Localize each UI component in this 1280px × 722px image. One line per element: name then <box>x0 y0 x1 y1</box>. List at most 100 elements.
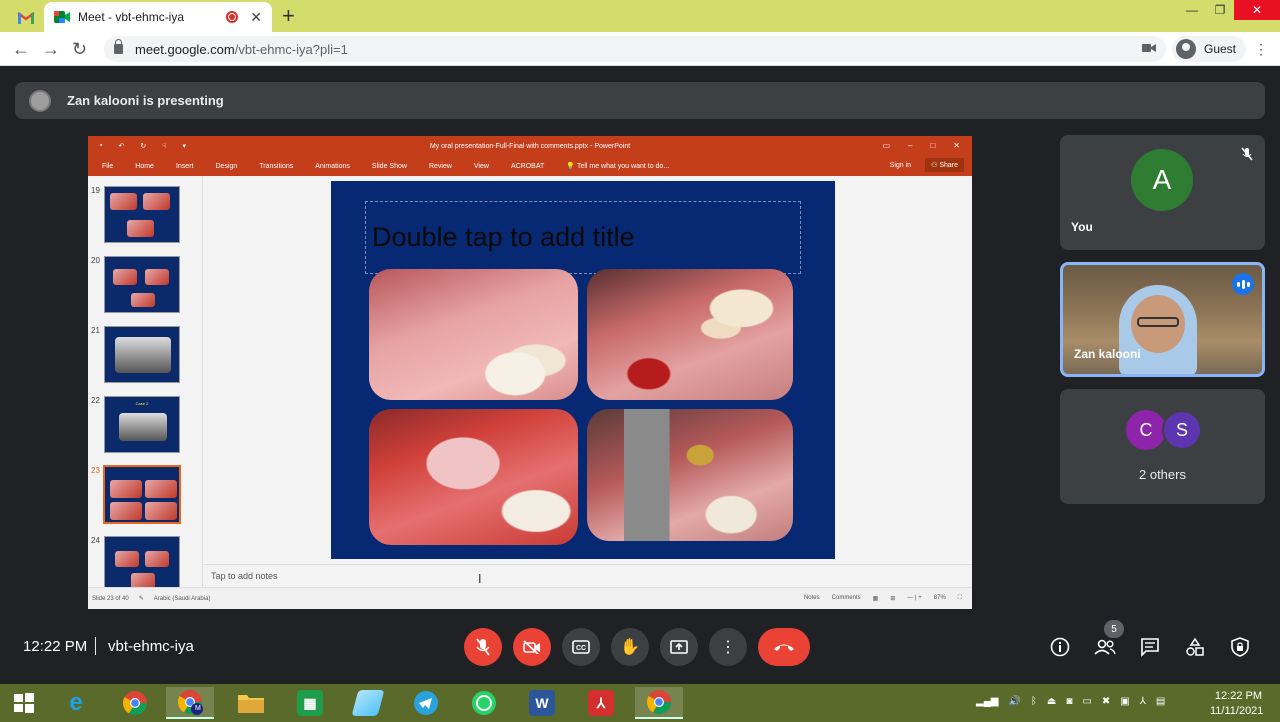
minimize-icon[interactable]: — <box>1178 0 1206 20</box>
store-icon: ▦ <box>297 690 323 716</box>
start-button[interactable] <box>0 687 48 719</box>
action-center-icon[interactable]: ▤ <box>1156 696 1165 707</box>
taskbar-telegram[interactable] <box>402 687 450 719</box>
chrome-icon <box>122 691 147 716</box>
more-options-icon: ⋮ <box>720 639 736 656</box>
lightbulb-icon: 💡 <box>566 163 575 170</box>
people-icon <box>1094 639 1116 655</box>
ribbon-tab: File <box>102 162 114 170</box>
more-options-button[interactable]: ⋮ <box>709 628 747 666</box>
mic-off-icon <box>1241 147 1253 164</box>
tell-me-box: Tell me what you want to do... <box>576 162 670 170</box>
leave-call-button[interactable] <box>758 628 810 666</box>
taskbar-app[interactable] <box>344 687 392 719</box>
close-tab-icon[interactable]: ✕ <box>250 9 262 26</box>
taskbar-word[interactable]: W <box>518 687 566 719</box>
system-clock[interactable]: 12:22 PM 11/11/2021 <box>1210 689 1263 719</box>
slide-thumbnail-selected <box>103 465 181 524</box>
back-icon[interactable]: ← <box>12 39 30 60</box>
ppt-window-controls: ▭ – □ ✕ <box>882 141 960 150</box>
browser-tab-bar: Meet - vbt-ehmc-iya ✕ + — ❐ ✕ <box>0 0 1280 32</box>
network-icon[interactable]: ▂▄▆ <box>976 696 998 707</box>
title-placeholder-text: Double tap to add title <box>372 222 635 252</box>
taskbar-chrome-1[interactable] <box>111 687 159 719</box>
acrobat-tray-icon[interactable]: ⅄ <box>1140 696 1146 707</box>
volume-icon[interactable]: 🔊 <box>1008 696 1020 707</box>
security-icon[interactable]: ✖ <box>1102 696 1110 707</box>
url-field[interactable]: meet.google.com/vbt-ehmc-iya?pli=1 <box>104 36 1166 62</box>
you-label: You <box>1071 220 1093 234</box>
activities-button[interactable] <box>1182 634 1208 660</box>
ribbon-tab: Animations <box>315 162 350 170</box>
shared-screen: ▪ ↶ ↻ ☟ ▾ My oral presentation-Full-Fina… <box>88 136 972 609</box>
share-icon: ⚇ <box>931 162 938 169</box>
vpn-icon[interactable]: ◙ <box>1066 696 1072 707</box>
captions-icon: CC <box>572 640 590 654</box>
taskbar-chrome-2[interactable] <box>635 687 683 719</box>
tile-others[interactable]: C S 2 others <box>1060 389 1265 504</box>
window-close-icon[interactable]: ✕ <box>1234 0 1280 20</box>
slide-thumbnails: 19 20 21 22 Case 2 23 24 <box>88 176 203 593</box>
tile-zan-kalooni[interactable]: Zan kalooni <box>1060 262 1265 377</box>
thumbnail-number: 22 <box>91 396 100 405</box>
info-icon <box>1050 637 1070 657</box>
thumbnail-row: 20 <box>88 256 203 316</box>
taskbar-ie[interactable]: e <box>52 687 100 719</box>
recording-icon <box>226 11 239 23</box>
slide-thumbnail <box>104 256 180 313</box>
forward-icon[interactable]: → <box>42 39 60 60</box>
ribbon-tab: Review <box>428 162 452 170</box>
meeting-details-button[interactable] <box>1047 634 1073 660</box>
browser-menu-icon[interactable]: ⋮ <box>1254 41 1268 58</box>
zan-label: Zan kalooni <box>1074 347 1141 361</box>
mic-toggle-button[interactable] <box>464 628 502 666</box>
thumbnail-number: 23 <box>91 466 100 475</box>
taskbar-file-explorer[interactable] <box>227 687 275 719</box>
title-placeholder: Double tap to add title <box>365 201 801 274</box>
present-now-button[interactable] <box>660 628 698 666</box>
taskbar-whatsapp[interactable] <box>460 687 508 719</box>
thumbnail-row: 19 <box>88 186 203 246</box>
acrobat-icon: ⅄ <box>588 690 614 716</box>
chat-button[interactable] <box>1137 634 1163 660</box>
host-controls-icon <box>1231 637 1249 657</box>
ppt-window-title: My oral presentation-Full-Final with com… <box>429 142 631 150</box>
zoom-level: 87% <box>933 595 946 601</box>
ppt-minimize-icon: – <box>908 141 913 150</box>
ribbon-right: Sign in ⚇ Share <box>890 158 964 172</box>
current-slide: Double tap to add title <box>331 181 835 559</box>
raise-hand-button[interactable]: ✋ <box>611 628 649 666</box>
reload-icon[interactable]: ↻ <box>72 39 87 60</box>
display-icon[interactable]: ▣ <box>1120 696 1129 707</box>
taskbar-store[interactable]: ▦ <box>286 687 334 719</box>
telegram-icon <box>414 691 438 715</box>
thumbnail-number: 19 <box>91 186 100 195</box>
usb-icon[interactable]: ⏏ <box>1047 696 1056 707</box>
profile-button[interactable]: Guest <box>1172 36 1247 62</box>
guest-avatar-icon <box>1176 39 1196 59</box>
gmail-tab[interactable] <box>8 4 44 32</box>
ribbon-tab: Transitions <box>259 162 294 170</box>
host-controls-button[interactable] <box>1227 634 1253 660</box>
taskbar-chrome-profile[interactable]: M <box>166 687 214 719</box>
hardware-icon[interactable]: ▭ <box>1082 696 1091 707</box>
thumbnail-number: 21 <box>91 326 100 335</box>
tile-you[interactable]: A You <box>1060 135 1265 250</box>
gmail-icon <box>17 12 35 24</box>
taskbar-acrobat[interactable]: ⅄ <box>577 687 625 719</box>
comments-toggle: Comments <box>831 595 861 601</box>
chrome-profile-badge: M <box>195 705 201 712</box>
new-tab-button[interactable]: + <box>282 4 295 28</box>
meet-icon <box>54 11 70 23</box>
captions-button[interactable]: CC <box>562 628 600 666</box>
raise-hand-icon: ✋ <box>620 639 640 656</box>
thumbnail-number: 24 <box>91 536 100 545</box>
restore-icon[interactable]: ❐ <box>1206 0 1234 20</box>
meet-tab[interactable]: Meet - vbt-ehmc-iya ✕ <box>44 2 272 32</box>
camera-toggle-button[interactable] <box>513 628 551 666</box>
divider <box>95 637 96 655</box>
ribbon-tab: Design <box>215 162 238 170</box>
bluetooth-icon[interactable]: ᛒ <box>1031 696 1037 707</box>
camera-blocked-icon[interactable] <box>1142 43 1156 56</box>
present-icon <box>670 640 688 654</box>
